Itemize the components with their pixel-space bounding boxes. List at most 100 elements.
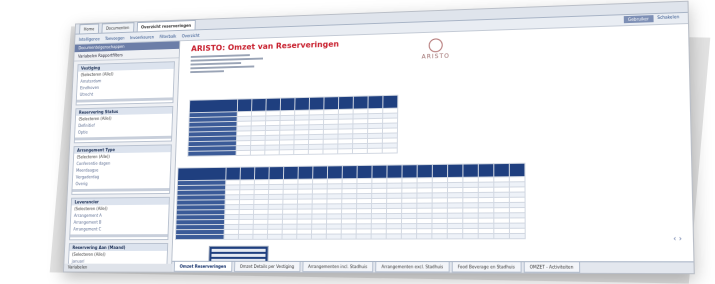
logo-mark-icon [429, 38, 443, 52]
table-cell [282, 234, 297, 239]
table-cell [352, 148, 367, 153]
table-cell [386, 234, 401, 239]
table-column-header [254, 167, 269, 180]
filter-scrollbar[interactable] [72, 188, 169, 192]
table-column-header [226, 167, 241, 180]
filter-group: Vestiging (Selecteren (Alle)) Amsterdam Ein… [76, 61, 175, 105]
table-column-header [387, 165, 402, 178]
aristo-logo: ARISTO [422, 38, 450, 61]
table-column-header [295, 97, 310, 110]
report-tab-excl[interactable]: Arrangementen excl. Stadhuis [375, 262, 449, 272]
table-row [175, 233, 525, 239]
table-column-header [417, 165, 432, 178]
table-cell [279, 150, 294, 155]
report-meta-block [190, 51, 275, 75]
filter-group-title: Reservering Aan (Maand) [70, 244, 168, 251]
table-column-header [313, 166, 328, 179]
toolbar-add[interactable]: Toevoegen [105, 35, 125, 40]
table-column-header [494, 163, 510, 176]
table-cell [338, 149, 353, 154]
table-cell [236, 150, 250, 155]
toolbar-intelligence[interactable]: Intelligence [79, 36, 100, 41]
table-cell [253, 234, 268, 239]
table-column-header [338, 96, 353, 109]
switch-button[interactable]: Schakelen [657, 14, 679, 22]
filter-group: Arrangement Type (Selecteren (Alle)) Confe… [71, 144, 172, 194]
table-column-header [266, 98, 281, 111]
filter-item[interactable]: Arrangement C [70, 225, 168, 232]
tab-home[interactable]: Home [79, 24, 99, 34]
table-column-header [372, 165, 387, 178]
table-cell [267, 234, 282, 239]
toolbar-filterbar[interactable]: Filterbalk [159, 33, 176, 38]
table-column-header [402, 165, 417, 178]
filter-item[interactable]: Optie [75, 127, 172, 136]
report-tab-incl[interactable]: Arrangementen incl. Stadhuis [302, 262, 373, 272]
table-column-header [269, 167, 284, 180]
table-column-header [283, 166, 298, 179]
table-column-header [509, 163, 525, 177]
table-column-header [432, 164, 447, 177]
table-cell [367, 148, 382, 153]
table-cell [509, 233, 525, 238]
screenshot-stage: Home Documenten Overzicht reserveringen … [0, 0, 715, 284]
table-cell [417, 234, 432, 239]
toolbar-input[interactable]: Invoerkeuren [130, 34, 154, 40]
table-row-header [175, 234, 224, 239]
tab-documents[interactable]: Documenten [101, 22, 134, 32]
user-button[interactable]: Gebruiker [624, 15, 653, 23]
table-column-header [324, 97, 339, 110]
table-column-header [342, 166, 357, 179]
table-cell [432, 234, 447, 239]
table-row-header [188, 151, 236, 157]
table-cell [463, 234, 479, 239]
report-canvas: ARISTO: Omzet van Reserveringen ARISTO ‹… [172, 24, 693, 262]
table-column-header [309, 97, 324, 110]
table-cell [447, 234, 462, 239]
report-tab-details[interactable]: Omzet Details per Vestiging [234, 262, 300, 272]
table-cell [326, 234, 341, 239]
table-cell [265, 150, 280, 155]
filter-item[interactable]: Utrecht [77, 89, 173, 98]
revenue-table-top [187, 95, 398, 157]
table-column-header [357, 165, 372, 178]
table-column-header [383, 95, 398, 108]
filter-item[interactable]: Overig [73, 179, 170, 187]
filter-scrollbar[interactable] [70, 234, 167, 237]
table-column-header [448, 164, 463, 177]
table-column-header [237, 99, 252, 112]
filter-scrollbar[interactable] [77, 97, 173, 102]
filter-item[interactable]: (Selecteren (Alle)) [69, 251, 167, 258]
report-tab-activities[interactable]: OMZET - Activiteiten [523, 262, 579, 273]
table-cell [238, 234, 253, 239]
table-cell [356, 234, 371, 239]
report-tab-bar: Omzet Reserveringen Omzet Details per Ve… [172, 261, 694, 273]
table-cell [382, 148, 397, 153]
revenue-table-bottom [175, 163, 526, 240]
table-cell [250, 150, 265, 155]
table-cell [323, 149, 338, 154]
table-column-header [280, 98, 295, 111]
table-column-header [368, 96, 383, 109]
filter-scrollbar[interactable] [75, 136, 171, 141]
filter-group: Reservering Status (Selecteren (Alle)) Def… [74, 106, 173, 143]
filter-group: Leverancier (Selecteren (Alle)) Arrangemen… [69, 197, 170, 240]
table-column-header [298, 166, 313, 179]
table-column-header [240, 167, 255, 180]
table-cell [224, 234, 239, 239]
table-corner-cell [178, 167, 227, 180]
toolbar-overview[interactable]: Overzicht [182, 33, 200, 38]
table-cell [341, 234, 356, 239]
report-tab-omzet[interactable]: Omzet Reserveringen [174, 262, 232, 272]
table-column-header [327, 166, 342, 179]
table-column-header [252, 98, 267, 111]
page-nav-arrows-icon[interactable]: ‹ › [673, 235, 682, 244]
left-panel-footer[interactable]: Variabelen [64, 264, 175, 272]
report-tab-fnb[interactable]: Food Beverage en Stadhuis [451, 262, 521, 273]
table-cell [311, 234, 326, 239]
table-column-header [463, 164, 478, 177]
table-cell [297, 234, 312, 239]
table-corner-cell [189, 99, 237, 113]
filter-groups: Vestiging (Selecteren (Alle)) Amsterdam Ein… [63, 61, 178, 274]
left-panel: Documenteigenschappen Variabelen Rapport… [64, 41, 180, 271]
